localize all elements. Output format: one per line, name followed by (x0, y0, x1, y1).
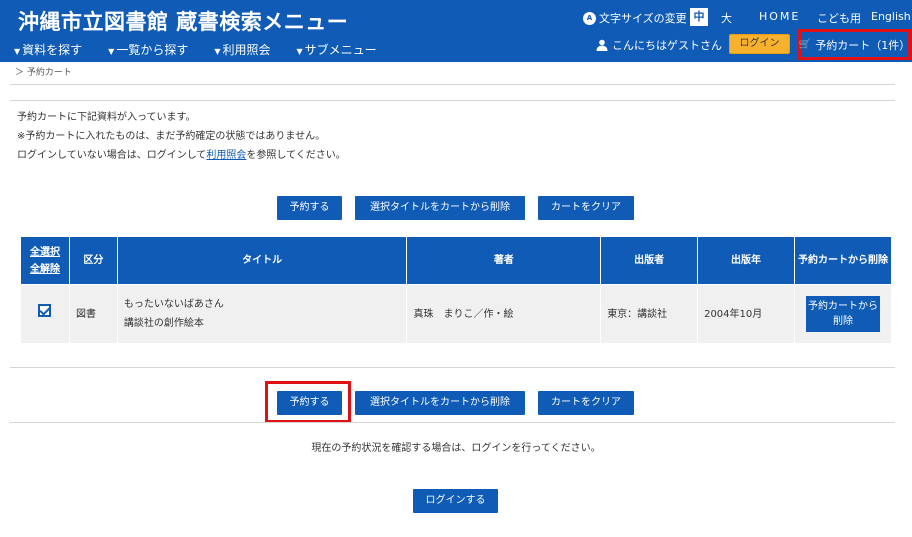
font-size-medium-button[interactable]: 中 (690, 8, 708, 26)
remove-cell: 予約カートから削除 (793, 284, 893, 344)
site-header: 沖縄市立図書館 蔵書検索メニュー ▼ 資料を探す ▼ 一覧から探す ▼ 利用照会 ▼ サ… (0, 0, 912, 62)
greeting: こんにちはゲストさん (596, 37, 722, 53)
font-size-large-button[interactable]: 大 (721, 10, 732, 26)
select-cell (20, 284, 70, 344)
nav-item-label: 一覧から探す (116, 43, 189, 57)
category-cell: 図書 (68, 284, 118, 344)
select-all-link[interactable]: 全選択 (23, 244, 67, 261)
breadcrumb: ＞ 予約カート (15, 68, 72, 78)
title-cell: もったいないばあさん 講談社の創作絵本 (116, 284, 408, 344)
caret-down-icon: ▼ (14, 47, 21, 56)
login-button[interactable]: ログイン (729, 34, 790, 54)
login-submit-button[interactable]: ログインする (413, 489, 498, 513)
remove-from-cart-button[interactable]: 予約カートから削除 (805, 296, 880, 332)
usage-inquiry-link[interactable]: 利用照会 (206, 150, 246, 161)
cart-notice: 予約カートに下記資料が入っています。 ※予約カートに入れたものは、まだ予約確定の… (17, 108, 346, 165)
cart-icon: 🛒 (798, 39, 812, 50)
item-title: もったいないばあさん (123, 299, 224, 310)
title-column-header: タイトル (116, 236, 408, 285)
divider (10, 367, 895, 368)
reserve-button[interactable]: 予約する (277, 391, 342, 415)
caret-down-icon: ▼ (108, 47, 115, 56)
author-column-header: 著者 (406, 236, 602, 285)
table-header-row: 全選択 全解除 区分 タイトル 著者 出版者 出版年 予約カートから削除 (20, 236, 893, 285)
notice-line: ※予約カートに入れたものは、まだ予約確定の状態ではありません。 (17, 131, 326, 142)
notice-line: ログインしていない場合は、ログインして利用照会を参照してください。 (17, 146, 346, 165)
user-icon (596, 39, 608, 51)
item-series: 講談社の創作絵本 (123, 318, 204, 329)
remove-column-header: 予約カートから削除 (793, 236, 893, 285)
divider (10, 84, 895, 85)
clear-cart-button[interactable]: カートをクリア (538, 391, 634, 415)
publisher-cell: 東京：講談社 (600, 284, 699, 344)
font-size-icon: A (583, 11, 596, 25)
font-size-label: A 文字サイズの変更 (583, 10, 687, 26)
main-nav: ▼ 資料を探す ▼ 一覧から探す ▼ 利用照会 ▼ サブメニュー (14, 41, 403, 58)
caret-down-icon: ▼ (214, 47, 221, 56)
reservation-status-message: 現在の予約状況を確認する場合は、ログインを行ってください。 (311, 443, 601, 454)
site-title[interactable]: 沖縄市立図書館 蔵書検索メニュー (18, 6, 348, 36)
english-link[interactable]: English (871, 10, 911, 23)
select-column-header: 全選択 全解除 (20, 236, 70, 285)
reservation-cart-button[interactable]: 🛒 予約カート（1件） (798, 29, 911, 60)
notice-text: を参照してください。 (246, 150, 346, 161)
reservation-cart-label: 予約カート（1件） (815, 38, 911, 52)
category-column-header: 区分 (68, 236, 118, 285)
divider (10, 100, 895, 101)
nav-item-label: 利用照会 (222, 43, 271, 57)
cart-table: 全選択 全解除 区分 タイトル 著者 出版者 出版年 予約カートから削除 図書 … (20, 236, 893, 344)
notice-text: ログインしていない場合は、ログインして (17, 150, 207, 161)
table-row: 図書 もったいないばあさん 講談社の創作絵本 真珠 まりこ／作・絵 東京：講談社… (20, 284, 893, 344)
nav-item-browse-lists[interactable]: ▼ 一覧から探す (108, 41, 188, 58)
remove-selected-button[interactable]: 選択タイトルをカートから削除 (355, 196, 525, 220)
caret-down-icon: ▼ (296, 47, 303, 56)
nav-item-usage-inquiry[interactable]: ▼ 利用照会 (214, 41, 270, 58)
nav-item-label: サブメニュー (304, 43, 377, 57)
greeting-text: こんにちはゲストさん (612, 39, 722, 52)
clear-cart-button[interactable]: カートをクリア (538, 196, 634, 220)
author-cell: 真珠 まりこ／作・絵 (406, 284, 602, 344)
divider (10, 422, 895, 423)
year-column-header: 出版年 (697, 236, 795, 285)
notice-line: 予約カートに下記資料が入っています。 (17, 112, 196, 123)
remove-selected-button[interactable]: 選択タイトルをカートから削除 (355, 391, 525, 415)
publisher-column-header: 出版者 (600, 236, 699, 285)
reserve-button[interactable]: 予約する (277, 196, 342, 220)
year-cell: 2004年10月 (697, 284, 795, 344)
kids-link[interactable]: こども用 (817, 10, 861, 26)
home-link[interactable]: HOME (759, 10, 800, 23)
nav-item-submenu[interactable]: ▼ サブメニュー (297, 41, 377, 58)
nav-item-search-materials[interactable]: ▼ 資料を探す (14, 41, 82, 58)
deselect-all-link[interactable]: 全解除 (23, 261, 67, 278)
row-select-checkbox[interactable] (38, 304, 52, 317)
font-size-label-text: 文字サイズの変更 (599, 12, 687, 25)
nav-item-label: 資料を探す (22, 43, 83, 57)
